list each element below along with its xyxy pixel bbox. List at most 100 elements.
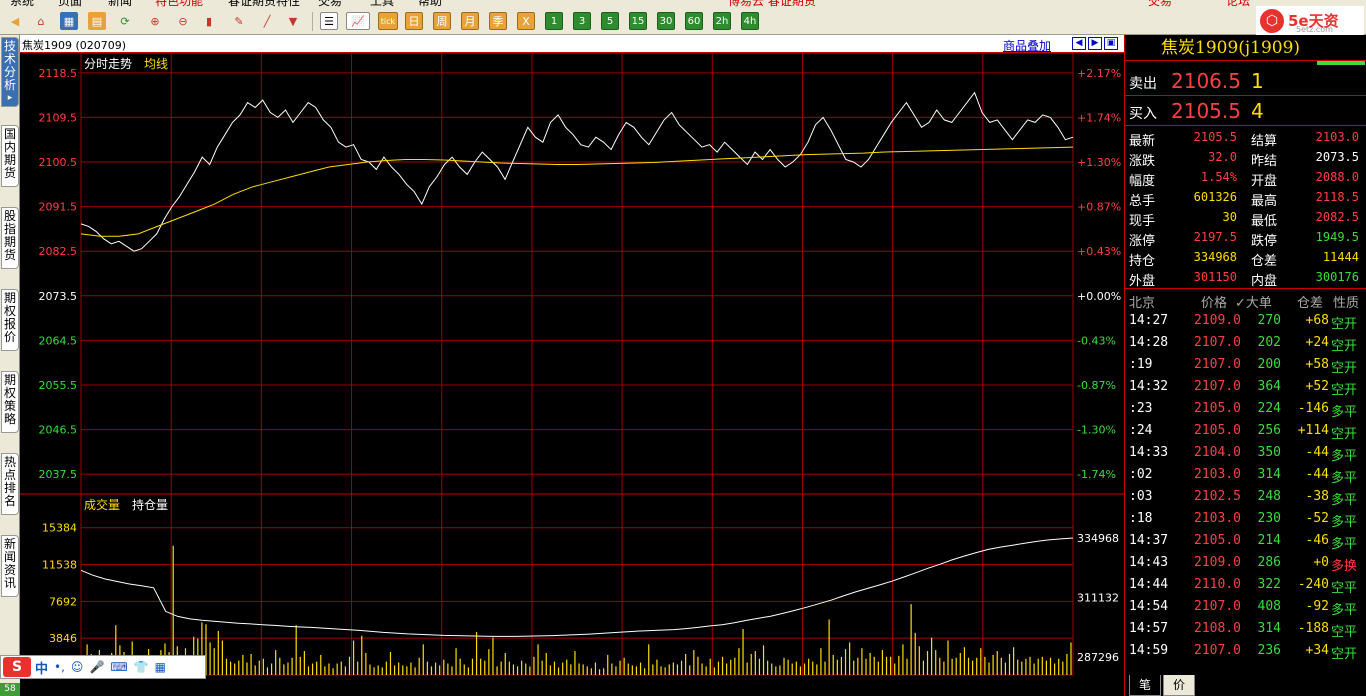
bid-row: 买入 2105.5 4: [1125, 98, 1366, 126]
skin-icon[interactable]: 👕: [134, 660, 149, 674]
tick-nature: 多平: [1331, 537, 1358, 552]
tab-hot-ranking[interactable]: 热点排名: [1, 453, 19, 515]
tick-time: :24: [1129, 423, 1153, 438]
period-quarter-button[interactable]: 季: [489, 12, 507, 30]
punctuation-icon[interactable]: •,: [54, 660, 65, 674]
stat-row: 现手 30 最低 2082.5: [1125, 208, 1366, 229]
apps-grid-icon[interactable]: ▦: [155, 660, 166, 674]
tab-index-futures[interactable]: 股指期货: [1, 207, 19, 269]
period-5m-button[interactable]: 5: [601, 12, 619, 30]
stat-label: 总手: [1129, 194, 1156, 209]
percent-tick-label: +1.74%: [1077, 111, 1121, 124]
period-4h-button[interactable]: 4h: [741, 12, 759, 30]
zoom-out-icon[interactable]: ⊖: [174, 12, 192, 30]
indicator-icon[interactable]: ▮: [200, 12, 218, 30]
tick-nature: 空开: [1331, 383, 1358, 398]
home-icon[interactable]: ⌂: [32, 12, 50, 30]
tick-nature: 空平: [1331, 581, 1358, 596]
table-icon[interactable]: ☰: [320, 12, 338, 30]
period-2h-button[interactable]: 2h: [713, 12, 731, 30]
chart-icon[interactable]: ▤: [88, 12, 106, 30]
tick-time: 14:59: [1129, 643, 1169, 658]
tick-oi-change: -44: [1305, 467, 1329, 482]
tick-volume: 214: [1257, 533, 1281, 548]
zoom-in-icon[interactable]: ⊕: [146, 12, 164, 30]
tick-row: 14:54 2107.0 408 -92 多平: [1125, 596, 1366, 618]
ime-logo[interactable]: S: [3, 657, 31, 677]
menu-system[interactable]: 系统: [10, 0, 34, 8]
period-60m-button[interactable]: 60: [685, 12, 703, 30]
percent-tick-label: -1.74%: [1077, 468, 1116, 481]
tick-volume: 202: [1257, 335, 1281, 350]
period-month-button[interactable]: 月: [461, 12, 479, 30]
tick-row: 14:33 2104.0 350 -44 多平: [1125, 442, 1366, 464]
menu-trade-right[interactable]: 交易: [1148, 0, 1172, 8]
stat-label: 最新: [1129, 134, 1156, 149]
menu-tools[interactable]: 工具: [370, 0, 394, 8]
menu-features[interactable]: 特色功能: [155, 0, 203, 8]
overlay-link[interactable]: 商品叠加: [1003, 37, 1051, 54]
period-week-button[interactable]: 周: [433, 12, 451, 30]
back-icon[interactable]: ◀: [6, 12, 24, 30]
draw-pen-icon[interactable]: ✎: [230, 12, 248, 30]
tab-domestic-futures[interactable]: 国内期货: [1, 125, 19, 187]
symbol-label: 焦炭1909 (020709): [22, 39, 127, 52]
tick-oi-change: -44: [1305, 445, 1329, 460]
next-icon[interactable]: ▶: [1088, 37, 1102, 50]
refresh-icon[interactable]: ⟳: [116, 12, 134, 30]
menu-trade[interactable]: 交易: [318, 0, 342, 8]
menu-forum[interactable]: 论坛: [1226, 0, 1250, 8]
stat-value: 2118.5: [1315, 190, 1359, 204]
expand-icon[interactable]: ▣: [1104, 37, 1118, 50]
menu-page[interactable]: 页面: [58, 0, 82, 8]
tick-oi-change: -46: [1305, 533, 1329, 548]
filter-icon[interactable]: ▼: [284, 12, 302, 30]
stat-value: 2197.5: [1193, 230, 1237, 244]
period-15m-button[interactable]: 15: [629, 12, 647, 30]
period-30m-button[interactable]: 30: [657, 12, 675, 30]
ticks-header-volume: ✓大单: [1235, 296, 1272, 311]
stat-label: 持仓: [1129, 254, 1156, 269]
stat-label: 结算: [1251, 134, 1278, 149]
tick-row: 14:37 2105.0 214 -46 多平: [1125, 530, 1366, 552]
prev-icon[interactable]: ◀: [1072, 37, 1086, 50]
period-day-button[interactable]: 日: [405, 12, 423, 30]
mic-icon[interactable]: 🎤: [89, 660, 104, 674]
bid-volume: 4: [1251, 99, 1264, 123]
menu-news[interactable]: 新闻: [108, 0, 132, 8]
stat-row: 总手 601326 最高 2118.5: [1125, 188, 1366, 209]
tick-price: 2104.0: [1194, 445, 1241, 460]
stat-row: 涨跌 32.0 昨结 2073.5: [1125, 148, 1366, 169]
tick-oi-change: +58: [1305, 357, 1329, 372]
period-1m-button[interactable]: 1: [545, 12, 563, 30]
emoji-icon[interactable]: ☺: [71, 660, 84, 674]
tab-price[interactable]: 价: [1163, 675, 1195, 696]
tab-options-quotes[interactable]: 期权报价: [1, 289, 19, 351]
window-icon[interactable]: ▦: [60, 12, 78, 30]
menu-chunzheng[interactable]: 春证期货特性: [228, 0, 300, 8]
trading-app: { "menubar":["系统","页面","新闻","特色功能","春证期货…: [0, 0, 1366, 696]
tick-volume: 314: [1257, 467, 1281, 482]
tab-technical-analysis[interactable]: 技术分析 ▸: [1, 37, 19, 107]
menu-help[interactable]: 帮助: [418, 0, 442, 8]
period-3m-button[interactable]: 3: [573, 12, 591, 30]
tick-row: :23 2105.0 224 -146 多平: [1125, 398, 1366, 420]
price-line: [80, 91, 1074, 252]
tab-news[interactable]: 新闻资讯: [1, 535, 19, 597]
tick-price: 2108.0: [1194, 621, 1241, 636]
ime-mode[interactable]: 中: [35, 658, 48, 677]
line-chart-icon[interactable]: 📈: [346, 12, 370, 30]
stat-row: 持仓 334968 仓差 11444: [1125, 248, 1366, 269]
tick-button[interactable]: tick: [378, 12, 398, 30]
tab-options-strategy[interactable]: 期权策略: [1, 371, 19, 433]
stat-value: 1.54%: [1200, 170, 1237, 184]
stat-label: 昨结: [1251, 154, 1278, 169]
quote-title: 焦炭1909(j1909): [1125, 35, 1366, 61]
market-bar: [1317, 61, 1365, 65]
intraday-chart[interactable]: 2118.5 +2.17% 2109.5 +1.74% 2100.5 +1.30% 2091…: [20, 53, 1124, 676]
period-custom-button[interactable]: X: [517, 12, 535, 30]
tab-trades[interactable]: 笔: [1129, 675, 1161, 696]
keyboard-icon[interactable]: ⌨: [110, 660, 127, 674]
draw-line-icon[interactable]: ╱: [258, 12, 276, 30]
ask-label: 卖出: [1129, 76, 1157, 92]
